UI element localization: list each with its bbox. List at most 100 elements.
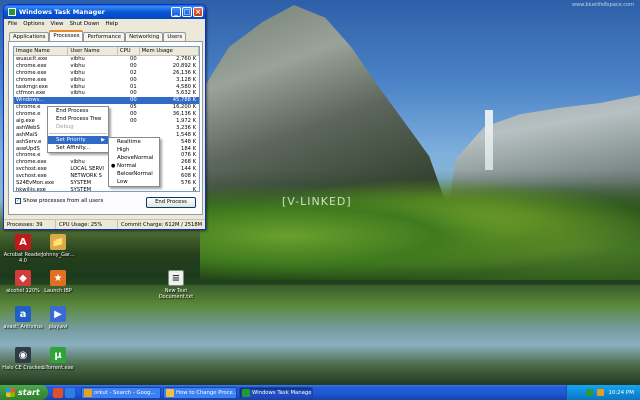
- mem-usage-cell: 1,972 K: [176, 118, 196, 125]
- radio-bullet-icon: ●: [111, 163, 116, 169]
- process-row[interactable]: Windows... 00 45,788 K: [14, 97, 199, 105]
- mem-usage-cell: 16,200 K: [172, 104, 196, 111]
- mem-usage-cell: K: [192, 186, 196, 192]
- desktop-icon[interactable]: 📁 Johnny_Gar...: [36, 234, 80, 258]
- desktop-icon-label: Launch IBP: [44, 288, 72, 294]
- cpu-cell: 00: [130, 90, 137, 97]
- taskbar: start orkut - Search - Goog... How to Cha…: [0, 385, 640, 400]
- process-row[interactable]: taskmgr.exe vibhu 01 4,580 K: [14, 84, 199, 91]
- taskbar-button-label: Windows Task Manager: [252, 389, 313, 396]
- context-item-debug: Debug: [56, 124, 74, 130]
- context-item-set-priority[interactable]: Set Priority ▶: [48, 136, 108, 144]
- process-row[interactable]: chrome.exe vibhu 268 K: [14, 159, 199, 166]
- image-name-cell: chrome.exe: [16, 69, 47, 76]
- title-bar[interactable]: Windows Task Manager _ □ ×: [4, 5, 205, 19]
- mem-usage-cell: 3,236 K: [176, 124, 196, 131]
- desktop-icon[interactable]: ≡ New Text Document.txt: [154, 270, 198, 300]
- priority-item-belownormal[interactable]: BelowNormal: [109, 170, 159, 178]
- start-label: start: [18, 388, 40, 397]
- image-name-cell: hkwiliis.exe: [16, 186, 46, 192]
- show-all-users-label: Show processes from all users: [23, 198, 104, 204]
- taskbar-app-icon: [242, 388, 250, 397]
- mem-usage-cell: 5,632 K: [176, 90, 196, 97]
- tray-security-icon[interactable]: [597, 389, 605, 396]
- process-row[interactable]: wuauclt.exe vibhu 00 2,760 K: [14, 56, 199, 63]
- status-processes: Processes: 39: [4, 220, 56, 229]
- submenu-arrow-icon: ▶: [101, 137, 105, 143]
- status-bar: Processes: 39 CPU Usage: 25% Commit Char…: [4, 219, 205, 229]
- cpu-cell: 05: [130, 104, 137, 111]
- end-process-button[interactable]: End Process: [146, 197, 196, 208]
- mem-usage-cell: 3,128 K: [176, 76, 196, 83]
- menu-view[interactable]: View: [50, 21, 63, 27]
- priority-submenu: Realtime High AboveNormal Normal ● BelowNorma…: [108, 137, 160, 187]
- process-row[interactable]: chrome.exe vibhu 00 20,892 K: [14, 63, 199, 70]
- context-item-set-affinity[interactable]: Set Affinity...: [48, 144, 108, 152]
- quick-launch-ie-icon[interactable]: [65, 387, 75, 398]
- tab-networking[interactable]: Networking: [125, 32, 164, 41]
- process-row[interactable]: S24EvMon.exe SYSTEM 576 K: [14, 180, 199, 187]
- taskbar-app-icon: [84, 388, 92, 397]
- tab-applications[interactable]: Applications: [9, 32, 50, 41]
- ibp-icon: ★: [50, 270, 66, 286]
- process-row[interactable]: chrome.e 076 K: [14, 152, 199, 159]
- system-tray: 10:24 PM: [566, 385, 640, 400]
- process-list-header: Image Name User Name CPU Mem Usage: [14, 47, 199, 56]
- taskbar-button[interactable]: Windows Task Manager: [239, 386, 313, 399]
- user-name-cell: vibhu: [70, 76, 85, 83]
- process-row[interactable]: chrome.exe vibhu 02 26,136 K: [14, 70, 199, 77]
- menu-help[interactable]: Help: [105, 21, 118, 27]
- column-mem-usage[interactable]: Mem Usage: [140, 47, 199, 55]
- menu-shut-down[interactable]: Shut Down: [70, 21, 100, 27]
- column-cpu[interactable]: CPU: [118, 47, 140, 55]
- process-row[interactable]: hkwiliis.exe SYSTEM K: [14, 186, 199, 192]
- tab-performance[interactable]: Performance: [83, 32, 126, 41]
- tab-strip: Applications Processes Performance Networki…: [4, 30, 205, 41]
- tab-processes[interactable]: Processes: [49, 30, 84, 41]
- menu-bar: File Options View Shut Down Help: [4, 19, 205, 29]
- image-name-cell: S24EvMon.exe: [16, 180, 55, 187]
- process-row[interactable]: chrome.exe vibhu 00 3,128 K: [14, 77, 199, 84]
- checkbox-checked-icon[interactable]: ✓: [15, 198, 21, 204]
- context-item-end-process[interactable]: End Process: [48, 107, 108, 115]
- priority-item-high[interactable]: High: [109, 146, 159, 154]
- context-item-end-process-tree[interactable]: End Process Tree: [48, 115, 108, 123]
- user-name-cell: vibhu: [70, 56, 85, 62]
- tab-users[interactable]: Users: [163, 32, 187, 41]
- taskbar-button[interactable]: How to Change Proce...: [163, 386, 237, 399]
- desktop-icon-label: play.avi: [48, 324, 68, 330]
- clock[interactable]: 10:24 PM: [608, 390, 634, 396]
- cpu-cell: [118, 187, 140, 191]
- show-all-users-checkbox[interactable]: ✓ Show processes from all users: [15, 198, 103, 204]
- utorrent-icon: µ: [50, 347, 66, 363]
- cpu-cell: 00: [130, 97, 137, 104]
- process-row[interactable]: svchost.exe LOCAL SERVI 144 K: [14, 166, 199, 173]
- lake: [0, 285, 640, 385]
- desktop-icon[interactable]: ▶ play.avi: [36, 306, 80, 330]
- taskbar-app-icon: [166, 388, 174, 397]
- priority-item-low[interactable]: Low: [109, 178, 159, 186]
- menu-options[interactable]: Options: [23, 21, 44, 27]
- column-user-name[interactable]: User Name: [68, 47, 118, 55]
- column-image-name[interactable]: Image Name: [14, 47, 69, 55]
- desktop-icon[interactable]: ★ Launch IBP: [36, 270, 80, 294]
- process-row[interactable]: svchost.exe NETWORK S 608 K: [14, 173, 199, 180]
- cpu-cell: 00: [130, 56, 137, 62]
- avast-icon: a: [15, 306, 31, 322]
- start-button[interactable]: start: [0, 385, 48, 400]
- maximize-button[interactable]: □: [182, 7, 192, 17]
- image-name-cell: chrome.exe: [16, 76, 47, 83]
- mem-usage-cell: 36,136 K: [172, 111, 196, 118]
- site-watermark: www.bluelife8space.com: [572, 2, 634, 8]
- quick-launch-firefox-icon[interactable]: [53, 387, 63, 398]
- taskbar-button[interactable]: orkut - Search - Goog...: [81, 386, 161, 399]
- minimize-button[interactable]: _: [171, 7, 181, 17]
- priority-item-abovenormal[interactable]: AboveNormal: [109, 154, 159, 162]
- close-button[interactable]: ×: [193, 7, 203, 17]
- tray-network-icon[interactable]: [586, 389, 594, 396]
- desktop-icon[interactable]: µ uTorrent.exe: [36, 347, 80, 371]
- priority-item-realtime[interactable]: Realtime: [109, 138, 159, 146]
- process-row[interactable]: ctfmon.exe vibhu 00 5,632 K: [14, 90, 199, 97]
- priority-item-normal[interactable]: Normal ●: [109, 162, 159, 170]
- menu-file[interactable]: File: [8, 21, 17, 27]
